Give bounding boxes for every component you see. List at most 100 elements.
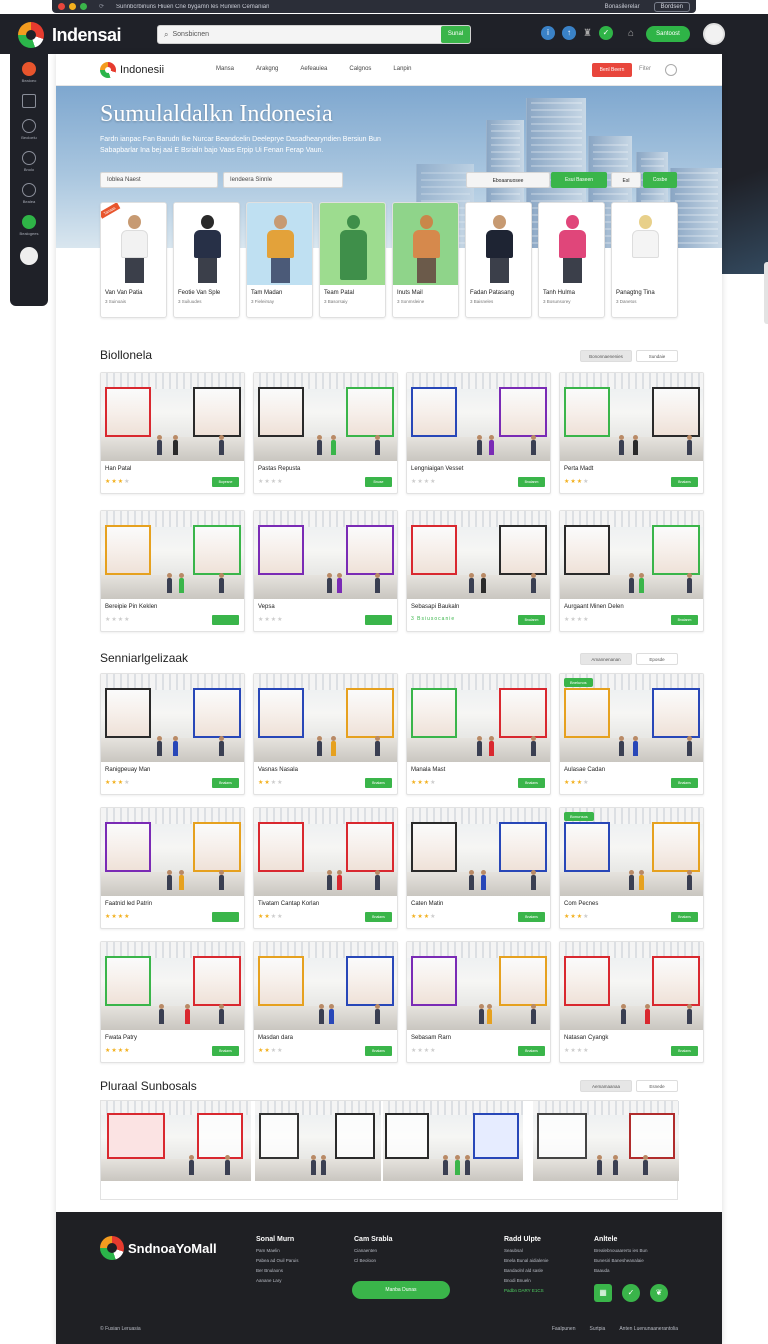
mall-card[interactable]: Perta Madt ★★★★ Bnalans bbox=[559, 372, 704, 494]
footer-link[interactable]: Baauda bbox=[594, 1268, 648, 1273]
card-action-button[interactable]: Bnalanm bbox=[671, 615, 698, 625]
app-brand[interactable]: Indensai bbox=[18, 22, 122, 48]
footer-link[interactable]: Bandaolnl ald sasle bbox=[504, 1268, 549, 1273]
card-action-button[interactable]: Bnalans bbox=[365, 1046, 392, 1056]
sidebar-item-3[interactable]: Beoloelu bbox=[10, 119, 48, 140]
avatar-card[interactable]: Panagtng Tina 3 Danetos bbox=[611, 202, 678, 318]
nav-filter-link[interactable]: Fiter bbox=[639, 66, 651, 72]
card-action-button[interactable]: Bnalans bbox=[518, 778, 545, 788]
hero-segment-1[interactable]: Eboaanuosee bbox=[466, 172, 550, 188]
footer-link[interactable]: Aanane Lary bbox=[256, 1278, 299, 1283]
card-action-button[interactable]: Bnalans bbox=[365, 912, 392, 922]
settings-icon[interactable] bbox=[665, 64, 677, 76]
sidebar-item-2[interactable] bbox=[10, 94, 48, 108]
card-action-button[interactable]: Bnalans bbox=[212, 778, 239, 788]
check-circle-icon[interactable]: ✓ bbox=[622, 1284, 640, 1302]
mall-card[interactable]: Aurgaant Minen Delen ★★★★ Bnalanm bbox=[559, 510, 704, 632]
mall-card[interactable]: Vasnas Nasala ★★★★ Bnalans bbox=[253, 673, 398, 795]
card-action-button[interactable]: Bnalans bbox=[671, 1046, 698, 1056]
sidebar-item-4[interactable]: Bnolo bbox=[10, 151, 48, 172]
avatar-card[interactable]: Tanaas Van Van Patia 3 Suinoais bbox=[100, 202, 167, 318]
nav-link-4[interactable]: Calgnos bbox=[349, 66, 371, 72]
minimize-dot-icon[interactable] bbox=[69, 3, 76, 10]
mall-image[interactable] bbox=[255, 1101, 381, 1181]
sidebar-item-7[interactable] bbox=[10, 247, 48, 265]
mall-card[interactable]: Bonunsos Com Pecnes ★★★★ Bnalans bbox=[559, 807, 704, 929]
hero-segment-3[interactable]: Esl bbox=[611, 172, 641, 188]
search-bar[interactable]: ⌕ Sonsbicnen Sunal bbox=[157, 25, 471, 44]
card-action-button[interactable]: Bnalanm bbox=[518, 615, 545, 625]
hero-segment-2[interactable]: Esui Baseen bbox=[551, 172, 607, 188]
mall-card[interactable]: Ranigpeuay Man ★★★★ Bnalans bbox=[100, 673, 245, 795]
avatar-card[interactable]: Fadan Patasang 3 Baisneles bbox=[465, 202, 532, 318]
lock-icon[interactable]: ⌂ bbox=[628, 28, 634, 39]
mall-image[interactable] bbox=[383, 1101, 523, 1181]
mall-image[interactable] bbox=[101, 1101, 251, 1181]
card-action-button[interactable]: Bnalans bbox=[671, 778, 698, 788]
leaf-icon[interactable]: ❦ bbox=[650, 1284, 668, 1302]
mall-card[interactable]: Sebasapi Baukaln 3 Bsiusocanie Bnalanm bbox=[406, 510, 551, 632]
footer-link[interactable]: Seaubsal bbox=[504, 1248, 549, 1253]
hero-field-1[interactable]: Ioblea Naest bbox=[100, 172, 218, 188]
sidebar-item-6[interactable]: Bealogees bbox=[10, 215, 48, 236]
footer-bottom-link[interactable]: Anten Luenunaanerantolia bbox=[619, 1326, 678, 1332]
nav-link-3[interactable]: Aefeauiea bbox=[300, 66, 327, 72]
sidebar-item-1[interactable]: Bealoeo bbox=[10, 62, 48, 83]
footer-bottom-link[interactable]: Faalpunen bbox=[552, 1326, 576, 1332]
card-action-button[interactable]: Bnalans bbox=[365, 778, 392, 788]
search-button[interactable]: Sunal bbox=[441, 26, 470, 43]
mall-card[interactable]: Pastas Repusta ★★★★ Bnuse bbox=[253, 372, 398, 494]
card-action-button[interactable]: Bnalans bbox=[518, 912, 545, 922]
mall-card[interactable]: Sebasam Rarn ★★★★ Bnalans bbox=[406, 941, 551, 1063]
card-action-button[interactable] bbox=[212, 912, 239, 922]
grid-icon[interactable]: ▦ bbox=[594, 1284, 612, 1302]
footer-link[interactable]: Cl Beoloon bbox=[354, 1258, 393, 1263]
side-scroll-tab[interactable] bbox=[764, 262, 768, 324]
mall-card[interactable]: Tivatam Cantap Korlan ★★★★ Bnalans bbox=[253, 807, 398, 929]
maximize-dot-icon[interactable] bbox=[80, 3, 87, 10]
bag-icon[interactable]: ♜ bbox=[583, 28, 592, 39]
section-3-button-2[interactable]: Esnede bbox=[636, 1080, 678, 1092]
check-icon[interactable]: ✓ bbox=[598, 26, 613, 40]
mall-card[interactable]: Manala Mast ★★★★ Bnalans bbox=[406, 673, 551, 795]
tab-title[interactable]: Sunnbcrbinuns Hiuen Cne bygamn les Runil… bbox=[116, 4, 269, 10]
footer-link[interactable]: Bnela Bunal aidialenie bbox=[504, 1258, 549, 1263]
mall-image[interactable] bbox=[533, 1101, 679, 1181]
mall-card[interactable]: Natasan Cyangk ★★★★ Bnalans bbox=[559, 941, 704, 1063]
footer-green-button[interactable]: Manba Dunas bbox=[352, 1281, 450, 1299]
avatar-card[interactable]: Tam Madan 3 Fieleirsay bbox=[246, 202, 313, 318]
mall-card[interactable]: Han Patal ★★★★ Bupesne bbox=[100, 372, 245, 494]
user-avatar[interactable] bbox=[703, 23, 725, 45]
close-dot-icon[interactable] bbox=[58, 3, 65, 10]
sidebar-item-5[interactable]: Bealea bbox=[10, 183, 48, 204]
footer-highlight[interactable]: Padbn DARY E1CS bbox=[504, 1288, 549, 1293]
mall-card[interactable]: Faatnid led Patrin ★★★★ bbox=[100, 807, 245, 929]
nav-link-2[interactable]: Arakgng bbox=[256, 66, 278, 72]
reload-icon[interactable]: ⟳ bbox=[99, 3, 104, 10]
card-action-button[interactable]: Bnalans bbox=[212, 1046, 239, 1056]
section-2-button-1[interactable]: Amannenanan bbox=[580, 653, 632, 665]
card-action-button[interactable]: Bnalans bbox=[671, 912, 698, 922]
card-action-button[interactable]: Bnalans bbox=[671, 477, 698, 487]
footer-brand[interactable]: SndnoaYoMall bbox=[100, 1236, 217, 1260]
browser-right-button[interactable]: Bordsen bbox=[653, 1, 690, 12]
contact-button[interactable]: Santoost bbox=[646, 26, 690, 42]
hero-segment-4[interactable]: Cosbe bbox=[643, 172, 677, 188]
avatar-card[interactable]: Inuts Mail 3 Sonmsleine bbox=[392, 202, 459, 318]
footer-link[interactable]: Pabea ad Ouil Paruis bbox=[256, 1258, 299, 1263]
footer-link[interactable]: Bnodi Bnueln bbox=[504, 1278, 549, 1283]
mall-card[interactable]: Caten Matin ★★★★ Bnalans bbox=[406, 807, 551, 929]
mall-card[interactable]: Bereipie Pin Keklen ★★★★ bbox=[100, 510, 245, 632]
footer-link[interactable]: Pam Maelin bbox=[256, 1248, 299, 1253]
mall-card[interactable]: Lengniaigan Vesset ★★★★ Bnalanm bbox=[406, 372, 551, 494]
card-action-button[interactable]: Bupesne bbox=[212, 477, 239, 487]
mall-card[interactable]: Bnelunos Aulasae Cadan ★★★★ Bnalans bbox=[559, 673, 704, 795]
avatar-card[interactable]: Team Patal 3 Basorsaiy bbox=[319, 202, 386, 318]
nav-link-5[interactable]: Lanpin bbox=[393, 66, 411, 72]
nav-red-button[interactable]: Benl Beern bbox=[592, 63, 632, 77]
card-action-button[interactable] bbox=[365, 615, 392, 625]
nav-link-1[interactable]: Mansa bbox=[216, 66, 234, 72]
section-3-button-1[interactable]: Aemamaanaa bbox=[580, 1080, 632, 1092]
section-1-button-1[interactable]: Bononnaenenies bbox=[580, 350, 632, 362]
site-brand[interactable]: Indonesii bbox=[100, 62, 164, 78]
